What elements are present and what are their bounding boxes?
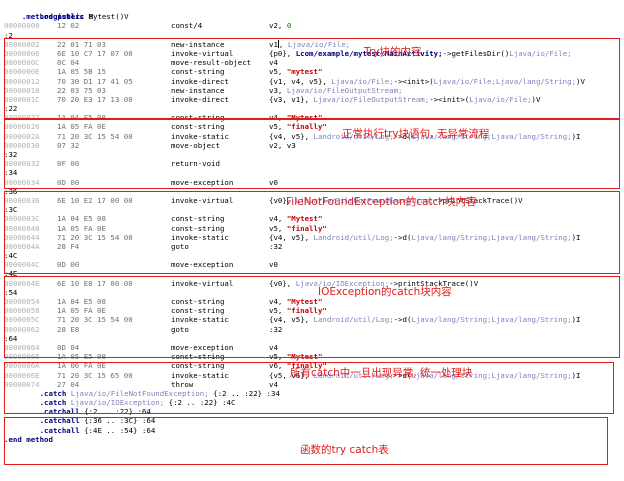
annotation-normal-flow: 正常执行try块语句, 无异常流程: [342, 128, 490, 140]
offset: 00000000: [4, 21, 40, 31]
try-table-box: [4, 417, 608, 465]
method-declaration: .method public Mytest()V: [4, 3, 620, 21]
annotation-try-table: 函数的try catch表: [300, 444, 389, 456]
registers-label: .registers: [39, 12, 85, 22]
try-block-box: [4, 38, 620, 119]
registers-value: 8: [88, 12, 94, 22]
opcode: const/4: [171, 21, 203, 31]
annotation-try-block: Try块的内容: [364, 46, 422, 58]
operand-text: v2,: [269, 21, 287, 31]
annotation-io-catch: IOException的catch块内容: [318, 286, 452, 298]
registers-directive: .registers 8: [4, 12, 620, 21]
code-line: 00000000 12 02 const/4 v2, 0: [4, 21, 620, 30]
number-literal: 0: [286, 21, 292, 31]
io-catch-box: [4, 276, 620, 358]
normal-flow-box: [4, 119, 620, 189]
annotation-fnf-catch: FileNotFoundException的catch块内容: [286, 196, 477, 208]
annotation-catchall: 所有catch中一旦出现异常, 统一处理块: [290, 367, 473, 379]
operands: v2, 0: [269, 21, 291, 30]
bytecode-hex: 12 02: [57, 21, 80, 31]
